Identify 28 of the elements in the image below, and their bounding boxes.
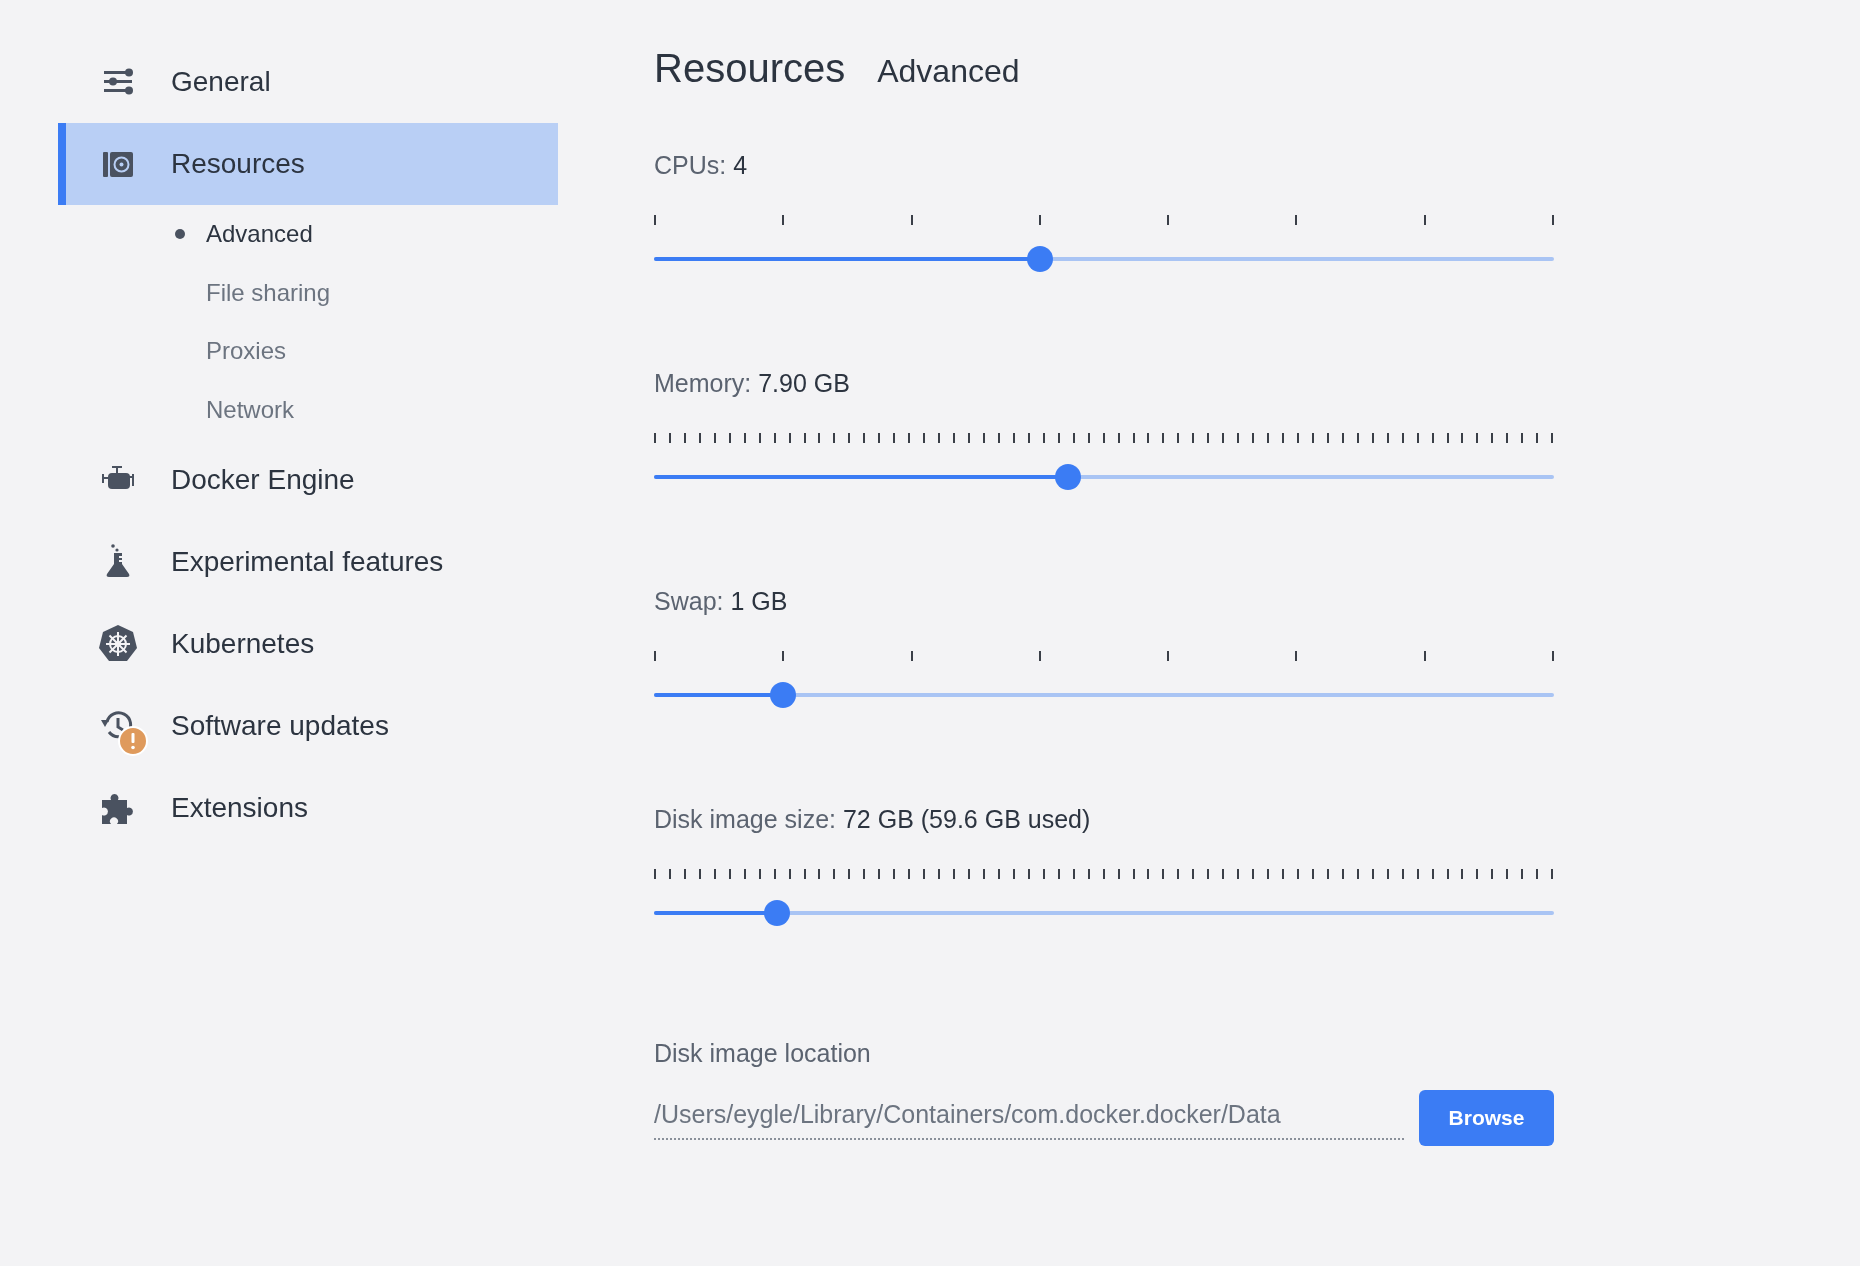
sidebar-subitem[interactable]: Advanced xyxy=(58,205,558,264)
slider-value: 72 GB (59.6 GB used) xyxy=(842,805,1091,833)
slider-value: 4 xyxy=(733,151,748,179)
sidebar-subitem[interactable]: Proxies xyxy=(58,322,558,381)
slider-value: 7.90 GB xyxy=(758,369,850,397)
path-field[interactable]: /Users/eygle/Library/Containers/com.docker.docker/Data xyxy=(654,1096,1404,1140)
sidebar-subitem[interactable]: Network xyxy=(58,380,558,440)
sidebar-item[interactable]: Docker Engine xyxy=(58,439,558,522)
sidebar-item[interactable]: Extensions xyxy=(58,767,558,850)
page-subtitle: Advanced xyxy=(877,52,1020,91)
field-label: Disk image location xyxy=(654,1038,872,1069)
sidebar-item[interactable]: Experimental features xyxy=(58,521,558,604)
sidebar-subitem[interactable]: File sharing xyxy=(58,263,558,323)
sidebar-item[interactable]: Resources xyxy=(58,123,558,205)
slider-label: CPUs: xyxy=(654,151,727,179)
sidebar-item[interactable]: Software updates xyxy=(58,685,558,768)
sidebar-item[interactable]: General xyxy=(58,41,558,123)
slider-label: Swap: xyxy=(654,587,724,615)
slider-label: Memory: xyxy=(654,369,752,397)
sidebar-item[interactable]: Kubernetes xyxy=(58,603,558,686)
page-title: Resources xyxy=(654,45,846,92)
slider-thumb[interactable] xyxy=(764,900,791,926)
browse-button[interactable]: Browse xyxy=(1419,1090,1554,1146)
slider-thumb[interactable] xyxy=(1027,246,1054,272)
slider-value: 1 GB xyxy=(730,587,788,615)
slider-label: Disk image size: xyxy=(654,805,836,833)
slider-thumb[interactable] xyxy=(1055,464,1081,490)
slider-thumb[interactable] xyxy=(769,682,796,708)
